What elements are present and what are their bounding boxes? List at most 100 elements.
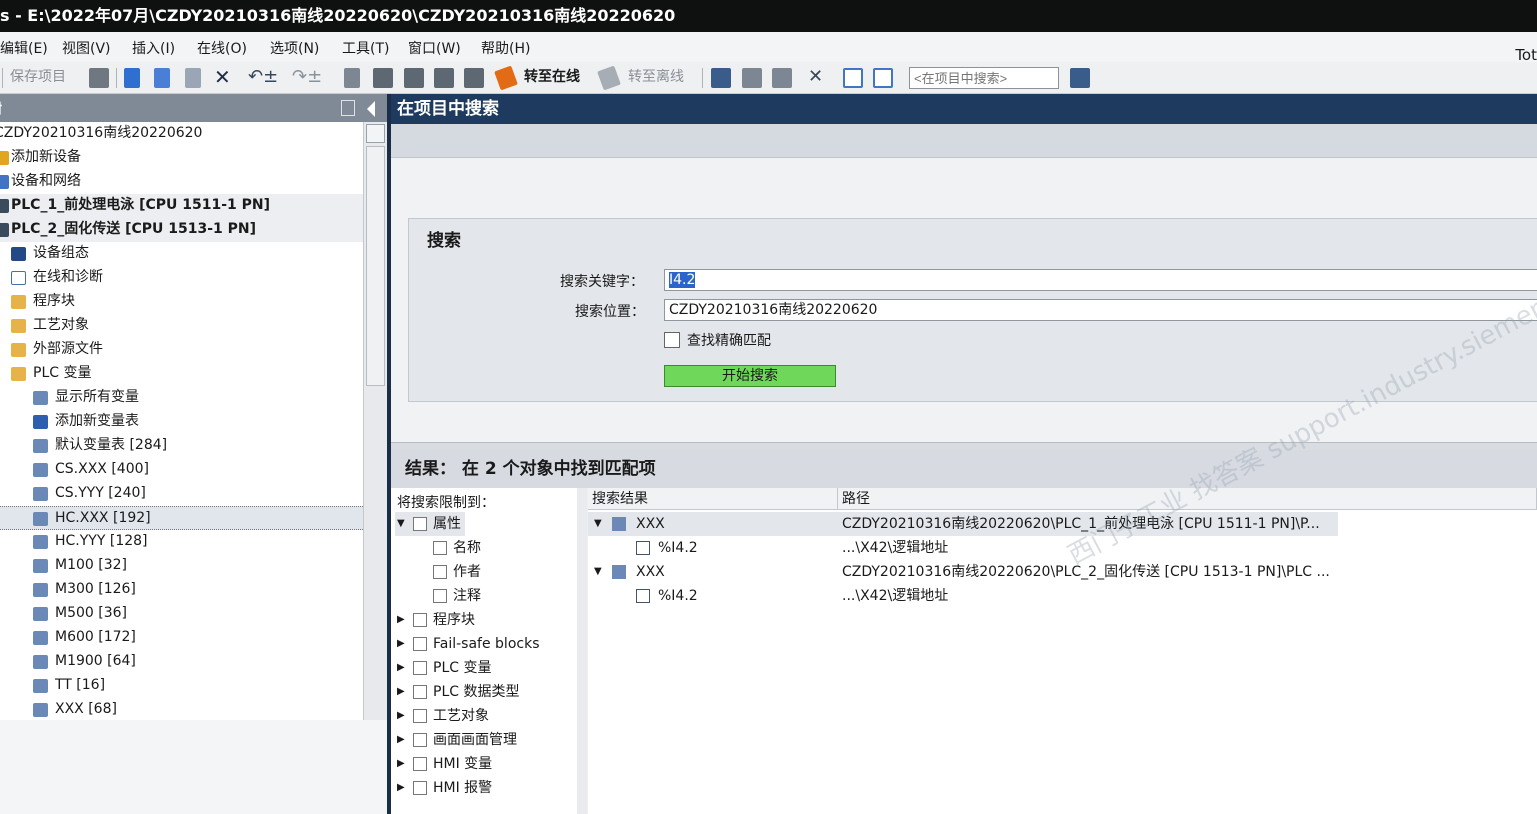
tree-item-tag-table[interactable]: M1900 [64] xyxy=(0,650,363,674)
menu-options[interactable]: 选项(N) xyxy=(270,38,319,58)
exact-match-checkbox[interactable] xyxy=(664,332,680,348)
scroll-thumb[interactable] xyxy=(366,146,385,386)
undo-icon[interactable]: ↶± xyxy=(248,66,278,88)
tree-item-add-tag-table[interactable]: 添加新变量表 xyxy=(0,410,363,434)
column-header-results[interactable]: 搜索结果 xyxy=(588,488,838,510)
tree-item-tag-table[interactable]: CS.YYY [240] xyxy=(0,482,363,506)
tree-item-tag-table-selected[interactable]: HC.XXX [192] xyxy=(0,506,363,530)
collapse-arrow-icon[interactable] xyxy=(367,101,375,117)
filter-checkbox[interactable] xyxy=(433,565,447,579)
project-tree-scrollbar[interactable] xyxy=(363,122,387,720)
panel-pin-icon[interactable] xyxy=(341,100,355,116)
keyword-input[interactable]: I4.2 xyxy=(664,269,1537,291)
menu-tools[interactable]: 工具(T) xyxy=(342,38,389,58)
filter-checkbox[interactable] xyxy=(413,613,427,627)
redo-icon[interactable]: ↷± xyxy=(292,66,322,88)
menu-online[interactable]: 在线(O) xyxy=(197,38,247,58)
go-online-button[interactable]: 转至在线 xyxy=(524,66,580,88)
tree-item-project[interactable]: CZDY20210316南线20220620 xyxy=(0,122,363,146)
expand-down-icon[interactable]: ▼ xyxy=(594,560,602,584)
tree-item-plc1[interactable]: PLC_1_前处理电泳 [CPU 1511-1 PN] xyxy=(0,194,363,218)
delete-icon[interactable]: ✕ xyxy=(214,66,231,88)
tree-item-program-blocks[interactable]: 程序块 xyxy=(0,290,363,314)
filter-checkbox[interactable] xyxy=(413,781,427,795)
search-project-icon[interactable] xyxy=(1070,68,1090,88)
result-row[interactable]: %I4.2 ...\X42\逻辑地址 xyxy=(588,584,1338,608)
compare-icon[interactable] xyxy=(464,68,484,88)
tree-item-tag-table[interactable]: M300 [126] xyxy=(0,578,363,602)
tree-item-plc2[interactable]: PLC_2_固化传送 [CPU 1513-1 PN] xyxy=(0,218,363,242)
scroll-up-icon[interactable] xyxy=(366,124,385,143)
go-offline-button[interactable]: 转至离线 xyxy=(628,66,684,88)
tree-item-external-sources[interactable]: 外部源文件 xyxy=(0,338,363,362)
tree-item-tag-table[interactable]: HC.YYY [128] xyxy=(0,530,363,554)
expand-right-icon[interactable]: ▶ xyxy=(397,752,405,776)
toolbar-search-input[interactable] xyxy=(909,67,1059,89)
simulation-icon[interactable] xyxy=(434,68,454,88)
expand-right-icon[interactable]: ▶ xyxy=(397,704,405,728)
location-input[interactable]: CZDY20210316南线20220620 xyxy=(664,299,1537,321)
print-icon[interactable] xyxy=(89,68,109,88)
go-online-icon[interactable] xyxy=(494,65,518,91)
tree-item-tag-table[interactable]: M600 [172] xyxy=(0,626,363,650)
upload-icon[interactable] xyxy=(404,68,424,88)
filter-checkbox[interactable] xyxy=(413,709,427,723)
tree-item-tag-table[interactable]: M500 [36] xyxy=(0,602,363,626)
filter-checkbox[interactable] xyxy=(413,637,427,651)
tree-item-show-all-tags[interactable]: 显示所有变量 xyxy=(0,386,363,410)
filter-checkbox[interactable] xyxy=(413,733,427,747)
tree-item-add-device[interactable]: 添加新设备 xyxy=(0,146,363,170)
go-offline-icon[interactable] xyxy=(597,65,621,91)
result-row[interactable]: ▼ XXX CZDY20210316南线20220620\PLC_1_前处理电泳… xyxy=(588,512,1338,536)
compile-icon[interactable] xyxy=(344,68,360,88)
tree-item-tech-objects[interactable]: 工艺对象 xyxy=(0,314,363,338)
start-cpu-icon[interactable] xyxy=(742,68,762,88)
keyword-value: I4.2 xyxy=(669,272,696,288)
tree-item-plc-tags[interactable]: PLC 变量 xyxy=(0,362,363,386)
filter-checkbox[interactable] xyxy=(413,685,427,699)
expand-right-icon[interactable]: ▶ xyxy=(397,776,405,800)
tree-item-tag-table[interactable]: CS.XXX [400] xyxy=(0,458,363,482)
cut-icon[interactable] xyxy=(124,68,140,88)
expand-right-icon[interactable]: ▶ xyxy=(397,632,405,656)
tree-item-devices-networks[interactable]: 设备和网络 xyxy=(0,170,363,194)
result-row[interactable]: %I4.2 ...\X42\逻辑地址 xyxy=(588,536,1338,560)
stop-cpu-icon[interactable] xyxy=(772,68,792,88)
menu-help[interactable]: 帮助(H) xyxy=(481,38,530,58)
menu-window[interactable]: 窗口(W) xyxy=(408,38,461,58)
save-project-button[interactable]: 保存项目 xyxy=(10,66,66,88)
accessible-devices-icon[interactable] xyxy=(711,68,731,88)
tree-item-tag-table[interactable]: TT [16] xyxy=(0,674,363,698)
column-header-path[interactable]: 路径 xyxy=(838,488,1537,510)
menu-edit[interactable]: 编辑(E) xyxy=(0,38,48,58)
expand-down-icon[interactable]: ▼ xyxy=(594,512,602,536)
copy-icon[interactable] xyxy=(154,68,170,88)
menu-insert[interactable]: 插入(I) xyxy=(132,38,175,58)
paste-icon[interactable] xyxy=(185,68,201,88)
cross-reference-icon[interactable]: ✕ xyxy=(808,66,823,88)
tree-item-device-config[interactable]: 设备组态 xyxy=(0,242,363,266)
expand-down-icon[interactable]: ▼ xyxy=(397,512,405,536)
results-splitter[interactable] xyxy=(391,442,1537,450)
filter-properties[interactable]: ▼ 属性 xyxy=(395,512,465,536)
download-icon[interactable] xyxy=(373,68,393,88)
filter-checkbox[interactable] xyxy=(413,661,427,675)
tree-item-tag-table[interactable]: M100 [32] xyxy=(0,554,363,578)
start-search-button[interactable]: 开始搜索 xyxy=(664,365,836,387)
split-horizontal-icon[interactable] xyxy=(843,68,863,88)
menu-view[interactable]: 视图(V) xyxy=(62,38,111,58)
split-vertical-icon[interactable] xyxy=(873,68,893,88)
result-row[interactable]: ▼ XXX CZDY20210316南线20220620\PLC_2_固化传送 … xyxy=(588,560,1338,584)
filter-scrollbar[interactable] xyxy=(577,488,587,814)
filter-checkbox[interactable] xyxy=(413,517,427,531)
expand-right-icon[interactable]: ▶ xyxy=(397,728,405,752)
tree-item-tag-table[interactable]: XXX [68] xyxy=(0,698,363,720)
filter-checkbox[interactable] xyxy=(413,757,427,771)
expand-right-icon[interactable]: ▶ xyxy=(397,608,405,632)
expand-right-icon[interactable]: ▶ xyxy=(397,680,405,704)
filter-checkbox[interactable] xyxy=(433,589,447,603)
tree-item-online-diag[interactable]: 在线和诊断 xyxy=(0,266,363,290)
tree-item-default-tag-table[interactable]: 默认变量表 [284] xyxy=(0,434,363,458)
expand-right-icon[interactable]: ▶ xyxy=(397,656,405,680)
filter-checkbox[interactable] xyxy=(433,541,447,555)
